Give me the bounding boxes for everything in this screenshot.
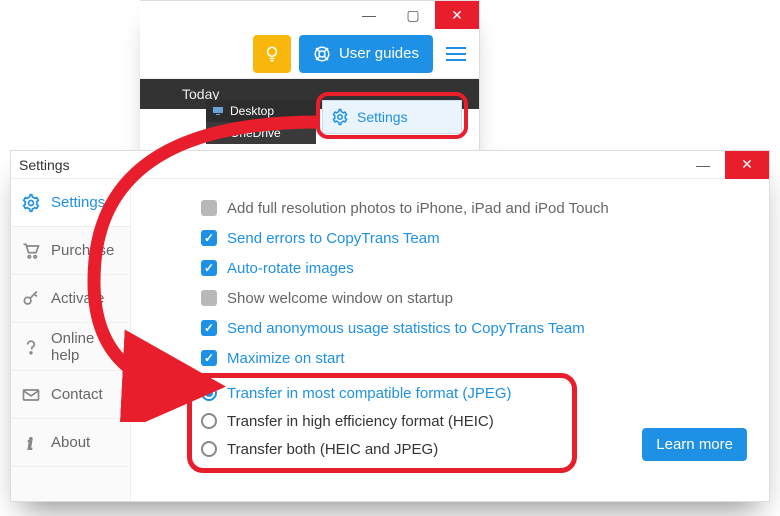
gear-icon xyxy=(331,108,349,126)
sidebar-item-label: Contact xyxy=(51,386,103,403)
radio-icon xyxy=(201,413,217,429)
sidebar-item-online-help[interactable]: Online help xyxy=(11,323,130,371)
desktop-icon xyxy=(212,105,224,117)
mail-icon xyxy=(21,385,41,405)
sidebar-item-label: About xyxy=(51,434,90,451)
settings-content: Add full resolution photos to iPhone, iP… xyxy=(131,179,769,501)
user-guides-label: User guides xyxy=(339,45,419,62)
checkbox-welcome-window[interactable]: Show welcome window on startup xyxy=(201,283,757,313)
minimize-button[interactable]: — xyxy=(681,151,725,179)
sidebar-item-contact[interactable]: Contact xyxy=(11,371,130,419)
checkbox-anonymous-stats[interactable]: ✓ Send anonymous usage statistics to Cop… xyxy=(201,313,757,343)
menu-item-label: Settings xyxy=(357,109,408,125)
parent-toolbar: User guides xyxy=(140,29,479,79)
settings-sidebar: Settings Purchase Activate Online help xyxy=(11,179,131,501)
tips-button[interactable] xyxy=(253,35,291,73)
close-button[interactable]: ✕ xyxy=(435,1,479,29)
window-title: Settings xyxy=(19,157,70,173)
gear-icon xyxy=(21,193,41,213)
checkbox-icon: ✓ xyxy=(201,350,217,366)
location-item-onedrive[interactable]: OneDrive xyxy=(206,122,316,144)
sidebar-item-about[interactable]: i About xyxy=(11,419,130,467)
learn-more-button[interactable]: Learn more xyxy=(642,428,747,461)
user-guides-button[interactable]: User guides xyxy=(299,35,433,73)
menu-button[interactable] xyxy=(441,39,471,69)
checkbox-label: Show welcome window on startup xyxy=(227,290,453,307)
sidebar-item-activate[interactable]: Activate xyxy=(11,275,130,323)
sidebar-item-settings[interactable]: Settings xyxy=(11,179,130,227)
sidebar-item-label: Settings xyxy=(51,194,105,211)
checkbox-label: Send anonymous usage statistics to CopyT… xyxy=(227,320,585,337)
parent-titlebar: — ▢ ✕ xyxy=(140,1,479,29)
location-label: OneDrive xyxy=(230,126,281,140)
checkbox-full-resolution[interactable]: Add full resolution photos to iPhone, iP… xyxy=(201,193,757,223)
checkbox-icon xyxy=(201,200,217,216)
settings-titlebar: Settings — ✕ xyxy=(11,151,769,179)
close-button[interactable]: ✕ xyxy=(725,151,769,179)
cloud-icon xyxy=(212,127,224,139)
sidebar-item-label: Purchase xyxy=(51,242,114,259)
checkbox-icon: ✓ xyxy=(201,230,217,246)
menu-dropdown: Settings xyxy=(322,100,462,134)
location-label: Desktop xyxy=(230,104,274,118)
checkbox-icon: ✓ xyxy=(201,260,217,276)
settings-window: Settings — ✕ Settings Purchase xyxy=(10,150,770,502)
checkbox-icon xyxy=(201,290,217,306)
radio-icon xyxy=(201,385,217,401)
checkbox-label: Send errors to CopyTrans Team xyxy=(227,230,440,247)
location-list: Desktop OneDrive xyxy=(206,100,316,144)
radio-label: Transfer both (HEIC and JPEG) xyxy=(227,441,438,458)
svg-text:i: i xyxy=(28,433,33,452)
info-icon: i xyxy=(21,433,41,453)
key-icon xyxy=(21,289,41,309)
checkbox-label: Maximize on start xyxy=(227,350,345,367)
question-icon xyxy=(21,337,41,357)
radio-label: Transfer in high efficiency format (HEIC… xyxy=(227,413,494,430)
checkbox-send-errors[interactable]: ✓ Send errors to CopyTrans Team xyxy=(201,223,757,253)
checkbox-maximize-start[interactable]: ✓ Maximize on start xyxy=(201,343,757,373)
sidebar-item-purchase[interactable]: Purchase xyxy=(11,227,130,275)
sidebar-item-label: Activate xyxy=(51,290,104,307)
cart-icon xyxy=(21,241,41,261)
maximize-button[interactable]: ▢ xyxy=(391,1,435,29)
sidebar-item-label: Online help xyxy=(51,330,120,364)
checkbox-auto-rotate[interactable]: ✓ Auto-rotate images xyxy=(201,253,757,283)
minimize-button[interactable]: — xyxy=(347,1,391,29)
learn-more-label: Learn more xyxy=(656,436,733,453)
lifebuoy-icon xyxy=(313,45,331,63)
radio-jpeg[interactable]: Transfer in most compatible format (JPEG… xyxy=(201,379,757,407)
checkbox-icon: ✓ xyxy=(201,320,217,336)
radio-label: Transfer in most compatible format (JPEG… xyxy=(227,385,512,402)
lightbulb-icon xyxy=(263,45,281,63)
radio-icon xyxy=(201,441,217,457)
checkbox-label: Auto-rotate images xyxy=(227,260,354,277)
menu-item-settings[interactable]: Settings xyxy=(323,101,461,133)
checkbox-label: Add full resolution photos to iPhone, iP… xyxy=(227,200,609,217)
location-item-desktop[interactable]: Desktop xyxy=(206,100,316,122)
